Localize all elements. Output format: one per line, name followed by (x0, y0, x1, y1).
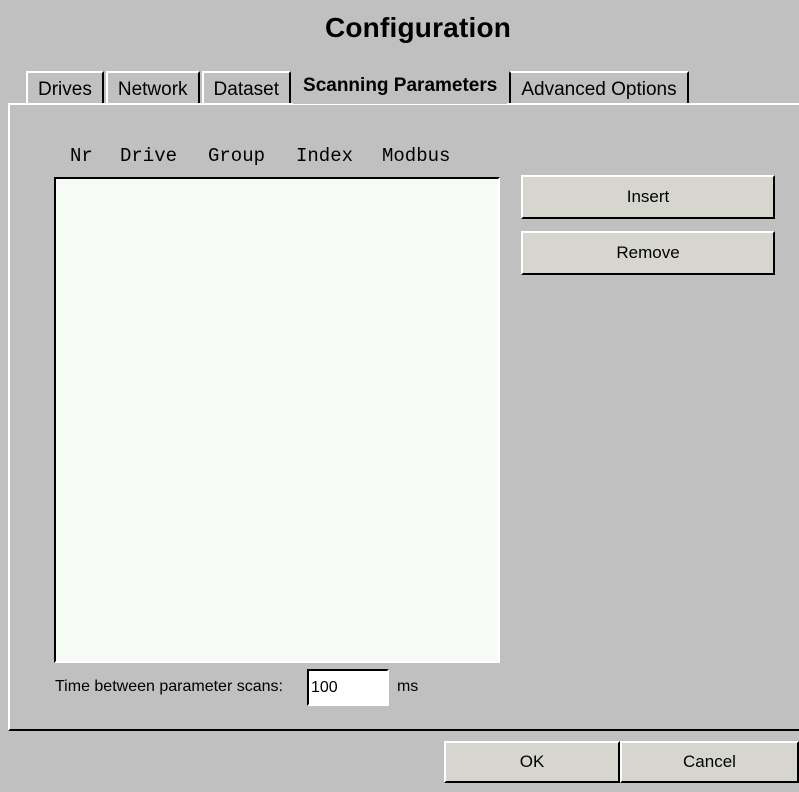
tab-scanning-parameters[interactable]: Scanning Parameters (293, 68, 508, 104)
tab-network[interactable]: Network (105, 71, 200, 104)
scanning-parameters-panel: Nr Drive Group Index Modbus Insert Remov… (8, 103, 799, 731)
remove-button[interactable]: Remove (521, 231, 775, 275)
column-header-index: Index (296, 145, 354, 167)
window-title: Configuration (324, 12, 512, 43)
tab-drives[interactable]: Drives (26, 71, 104, 104)
cancel-button[interactable]: Cancel (620, 741, 799, 783)
tab-advanced-options[interactable]: Advanced Options (509, 71, 689, 104)
configuration-window: Configuration Drives Network Dataset Sca… (0, 0, 799, 792)
scan-interval-unit: ms (396, 678, 419, 695)
list-column-headers: Nr Drive Group Index Modbus (70, 145, 472, 167)
column-header-modbus: Modbus (382, 145, 451, 167)
scan-interval-row: Time between parameter scans: 100 ms (55, 667, 418, 707)
insert-button[interactable]: Insert (521, 175, 775, 219)
tab-bar: Drives Network Dataset Scanning Paramete… (26, 66, 691, 104)
scan-interval-input[interactable]: 100 (306, 668, 389, 706)
scan-interval-label: Time between parameter scans: (55, 678, 283, 695)
scan-parameters-list[interactable] (54, 177, 500, 663)
ok-button[interactable]: OK (444, 741, 620, 783)
column-header-group: Group (208, 145, 266, 167)
tab-dataset[interactable]: Dataset (201, 71, 292, 104)
column-header-drive: Drive (120, 145, 178, 167)
column-header-nr: Nr (70, 145, 93, 167)
